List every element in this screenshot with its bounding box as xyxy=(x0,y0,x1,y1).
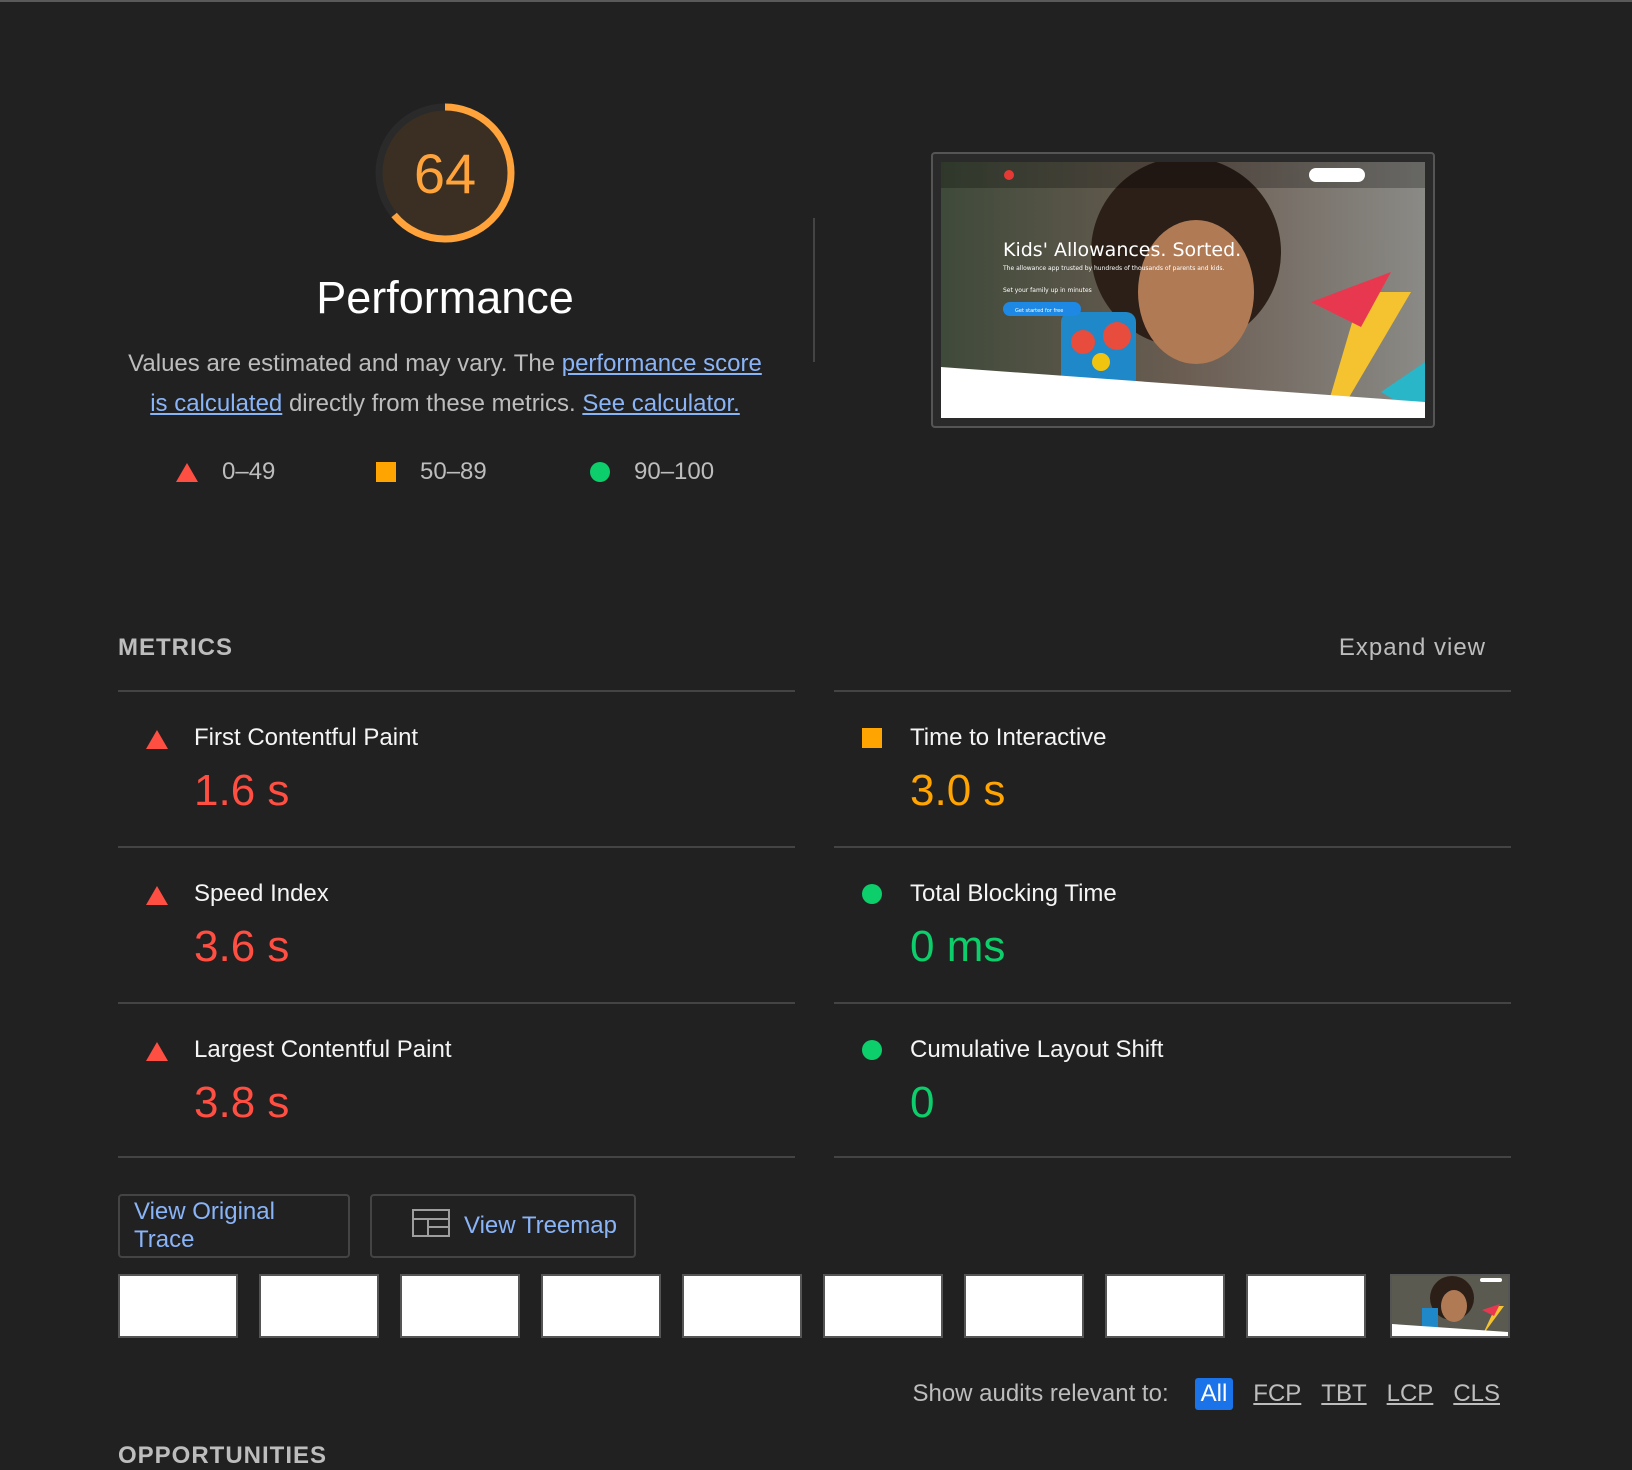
metric-lcp: Largest Contentful Paint 3.8 s xyxy=(118,1002,795,1158)
metric-tbt: Total Blocking Time 0 ms xyxy=(834,846,1511,1002)
legend-fail-range: 0–49 xyxy=(222,458,276,485)
filter-all[interactable]: All xyxy=(1194,1378,1234,1410)
screenshot-headline: Kids' Allowances. Sorted. xyxy=(1003,239,1241,261)
score-description: Values are estimated and may vary. The p… xyxy=(120,344,770,424)
view-trace-label: View Original Trace xyxy=(134,1198,275,1253)
metric-title: Largest Contentful Paint xyxy=(194,1036,452,1063)
filter-tbt[interactable]: TBT xyxy=(1321,1380,1366,1408)
view-treemap-button[interactable]: View Treemap xyxy=(370,1194,636,1258)
metric-title: Speed Index xyxy=(194,880,329,907)
average-square-icon xyxy=(862,728,882,748)
metric-title: Time to Interactive xyxy=(910,724,1107,751)
metric-fcp: First Contentful Paint 1.6 s xyxy=(118,690,795,846)
circle-icon xyxy=(590,462,610,482)
filmstrip-frame xyxy=(400,1274,520,1338)
fail-triangle-icon xyxy=(146,730,168,749)
view-original-trace-button[interactable]: View Original Trace xyxy=(118,1194,350,1258)
filmstrip-frame xyxy=(259,1274,379,1338)
filmstrip xyxy=(118,1274,1512,1338)
pass-circle-icon xyxy=(862,1040,882,1060)
view-treemap-label: View Treemap xyxy=(464,1212,617,1239)
metric-cls: Cumulative Layout Shift 0 xyxy=(834,1002,1511,1158)
filmstrip-frame xyxy=(1246,1274,1366,1338)
screenshot-subline: The allowance app trusted by hundreds of… xyxy=(1002,265,1225,272)
fail-triangle-icon xyxy=(146,886,168,905)
screenshot-cta: Get started for free xyxy=(1015,308,1063,314)
metric-value: 3.0 s xyxy=(910,766,1006,815)
desc-text-2: directly from these metrics. xyxy=(282,390,583,417)
filmstrip-frame xyxy=(118,1274,238,1338)
legend-average: 50–89 xyxy=(376,458,487,486)
filmstrip-frame xyxy=(964,1274,1084,1338)
score-legend: 0–49 50–89 90–100 xyxy=(0,458,800,490)
expand-view-toggle[interactable]: Expand view xyxy=(1339,634,1486,662)
filter-lcp[interactable]: LCP xyxy=(1387,1380,1434,1408)
desc-text-1: Values are estimated and may vary. The xyxy=(128,350,562,377)
lighthouse-report: 64 Performance Values are estimated and … xyxy=(0,0,1632,1470)
metric-title: Total Blocking Time xyxy=(910,880,1117,907)
filter-fcp[interactable]: FCP xyxy=(1253,1380,1301,1408)
metric-speed-index: Speed Index 3.6 s xyxy=(118,846,795,1002)
metric-value: 0 xyxy=(910,1078,935,1127)
treemap-icon xyxy=(412,1208,450,1244)
filmstrip-frame-final xyxy=(1390,1274,1510,1338)
filter-label: Show audits relevant to: xyxy=(912,1380,1169,1407)
metric-tti: Time to Interactive 3.0 s xyxy=(834,690,1511,846)
filter-cls[interactable]: CLS xyxy=(1453,1380,1500,1408)
triangle-icon xyxy=(176,462,198,482)
square-icon xyxy=(376,462,396,482)
legend-pass-range: 90–100 xyxy=(634,458,715,485)
fail-triangle-icon xyxy=(146,1042,168,1061)
filmstrip-frame xyxy=(682,1274,802,1338)
filmstrip-frame xyxy=(541,1274,661,1338)
audit-filter-bar: Show audits relevant to: All FCP TBT LCP… xyxy=(912,1378,1500,1410)
screenshot-tagline: Set your family up in minutes xyxy=(1003,287,1092,294)
category-title: Performance xyxy=(316,272,574,323)
metric-value: 1.6 s xyxy=(194,766,290,815)
see-calculator-link[interactable]: See calculator. xyxy=(582,390,739,417)
metric-value: 3.8 s xyxy=(194,1078,290,1127)
score-value: 64 xyxy=(413,141,477,205)
metric-title: First Contentful Paint xyxy=(194,724,419,751)
filmstrip-frame xyxy=(823,1274,943,1338)
legend-pass: 90–100 xyxy=(590,458,714,486)
metric-value: 0 ms xyxy=(910,922,1006,971)
metric-value: 3.6 s xyxy=(194,922,290,971)
pass-circle-icon xyxy=(862,884,882,904)
legend-fail: 0–49 xyxy=(176,458,275,486)
metrics-column-left: First Contentful Paint 1.6 s Speed Index… xyxy=(118,690,795,1158)
metrics-column-right: Time to Interactive 3.0 s Total Blocking… xyxy=(834,690,1511,1158)
opportunities-header: OPPORTUNITIES xyxy=(118,1442,328,1469)
metric-title: Cumulative Layout Shift xyxy=(910,1036,1164,1063)
site-screenshot-image: Kids' Allowances. Sorted. The allowance … xyxy=(941,162,1425,418)
vertical-divider xyxy=(813,218,815,362)
legend-average-range: 50–89 xyxy=(420,458,487,485)
metrics-header: METRICS xyxy=(118,634,233,661)
performance-gauge: 64 xyxy=(372,100,518,246)
filmstrip-frame xyxy=(1105,1274,1225,1338)
final-screenshot: Kids' Allowances. Sorted. The allowance … xyxy=(931,152,1435,428)
